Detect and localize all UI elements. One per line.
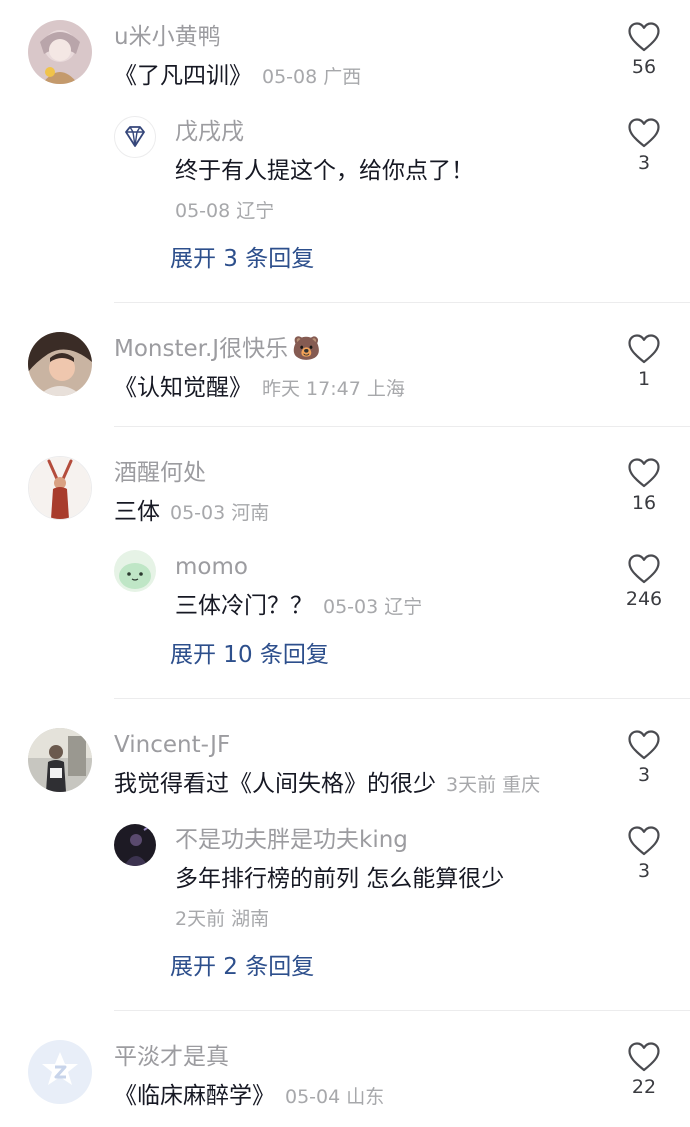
- like-count: 56: [631, 56, 657, 78]
- comment-meta: 昨天 17:47 上海: [262, 378, 405, 400]
- like-count: 1: [637, 368, 651, 390]
- comment-text-line: 《临床麻醉学》 05-04 山东: [114, 1081, 384, 1112]
- reply-date: 05-08: [175, 200, 231, 222]
- heart-outline-icon: [628, 554, 660, 584]
- reply-text-line: 三体冷门？？ 05-03 辽宁: [175, 591, 422, 622]
- comment-meta: 05-03 河南: [170, 502, 269, 524]
- reply-location: 湖南: [231, 908, 270, 930]
- reply-text: 终于有人提这个，给你点了！: [175, 158, 474, 184]
- comment-meta: 3天前 重庆: [446, 774, 540, 796]
- reply-username[interactable]: momo: [175, 552, 248, 582]
- expand-replies-button[interactable]: 展开 2 条回复: [170, 952, 314, 982]
- reply-meta: 05-03 辽宁: [323, 596, 422, 618]
- comment-text-line: 《认知觉醒》 昨天 17:47 上海: [114, 373, 405, 404]
- comment-date: 昨天 17:47: [262, 378, 361, 400]
- comment-username[interactable]: u米小黄鸭: [114, 22, 221, 52]
- reply-date: 05-03: [323, 596, 379, 618]
- reply-text: 多年排行榜的前列 怎么能算很少: [175, 866, 505, 892]
- heart-outline-icon: [628, 826, 660, 856]
- comment-username[interactable]: Vincent-JF: [114, 730, 230, 760]
- avatar[interactable]: [114, 550, 156, 592]
- heart-outline-icon: [628, 458, 660, 488]
- heart-outline-icon: [628, 1042, 660, 1072]
- diamond-icon: [125, 126, 145, 147]
- like-count: 3: [637, 152, 651, 174]
- reply-meta: 2天前 湖南: [175, 906, 269, 932]
- avatar[interactable]: [114, 116, 156, 158]
- comment-text-line: 我觉得看过《人间失格》的很少 3天前 重庆: [114, 769, 540, 800]
- heart-outline-icon: [628, 730, 660, 760]
- avatar[interactable]: [28, 456, 92, 520]
- comment-username[interactable]: Monster.J很快乐 🐻: [114, 334, 321, 364]
- avatar[interactable]: [28, 332, 92, 396]
- avatar[interactable]: [28, 20, 92, 84]
- like-button[interactable]: 22: [612, 1042, 676, 1112]
- like-button[interactable]: 3: [612, 118, 676, 188]
- comment-text: 《了凡四训》: [114, 63, 252, 89]
- like-button[interactable]: 246: [612, 554, 676, 624]
- comment-text: 我觉得看过《人间失格》的很少: [114, 771, 436, 797]
- like-count: 3: [637, 764, 651, 786]
- comment-text: 《临床麻醉学》: [114, 1083, 275, 1109]
- reply-username[interactable]: 戊戌戌: [175, 117, 244, 147]
- avatar[interactable]: [28, 728, 92, 792]
- divider: [114, 302, 690, 303]
- like-button[interactable]: 3: [612, 730, 676, 800]
- comment-meta: 05-08 广西: [262, 66, 361, 88]
- divider: [114, 1010, 690, 1011]
- comment-location: 重庆: [502, 774, 541, 796]
- comment-username-text: Monster.J很快乐: [114, 336, 289, 362]
- expand-replies-button[interactable]: 展开 3 条回复: [170, 244, 314, 274]
- comment-location: 山东: [346, 1086, 385, 1108]
- reply-location: 辽宁: [384, 596, 423, 618]
- comment-date: 05-03: [170, 502, 226, 524]
- like-count: 246: [625, 588, 663, 610]
- comment-username[interactable]: 酒醒何处: [114, 458, 206, 488]
- heart-outline-icon: [628, 118, 660, 148]
- divider: [114, 698, 690, 699]
- heart-outline-icon: [628, 22, 660, 52]
- like-button[interactable]: 16: [612, 458, 676, 528]
- reply-date: 2天前: [175, 908, 226, 930]
- reply-location: 辽宁: [236, 200, 275, 222]
- comment-text-line: 三体 05-03 河南: [114, 497, 269, 528]
- comment-date: 05-08: [262, 66, 318, 88]
- like-button[interactable]: 1: [612, 334, 676, 404]
- tiktok-logo-icon: [28, 1040, 92, 1104]
- reply-text: 三体冷门？？: [175, 593, 313, 619]
- comment-location: 上海: [366, 378, 405, 400]
- like-count: 16: [631, 492, 657, 514]
- expand-replies-button[interactable]: 展开 10 条回复: [170, 640, 329, 670]
- comment-text: 三体: [114, 499, 160, 525]
- heart-outline-icon: [628, 334, 660, 364]
- like-count: 3: [637, 860, 651, 882]
- comment-text: 《认知觉醒》: [114, 375, 252, 401]
- divider: [114, 426, 690, 427]
- comment-date: 3天前: [446, 774, 497, 796]
- like-count: 22: [631, 1076, 657, 1098]
- comment-date: 05-04: [285, 1086, 341, 1108]
- like-button[interactable]: 56: [612, 22, 676, 92]
- like-button[interactable]: 3: [612, 826, 676, 896]
- comment-location: 广西: [323, 66, 362, 88]
- comment-meta: 05-04 山东: [285, 1086, 384, 1108]
- reply-meta: 05-08 辽宁: [175, 198, 274, 224]
- reply-username[interactable]: 不是功夫胖是功夫king: [175, 825, 408, 855]
- comment-text-line: 《了凡四训》 05-08 广西: [114, 61, 361, 92]
- bear-emoji-icon: 🐻: [292, 336, 321, 362]
- avatar[interactable]: [28, 1040, 92, 1104]
- comment-location: 河南: [231, 502, 270, 524]
- avatar[interactable]: [114, 824, 156, 866]
- comment-username[interactable]: 平淡才是真: [114, 1042, 229, 1072]
